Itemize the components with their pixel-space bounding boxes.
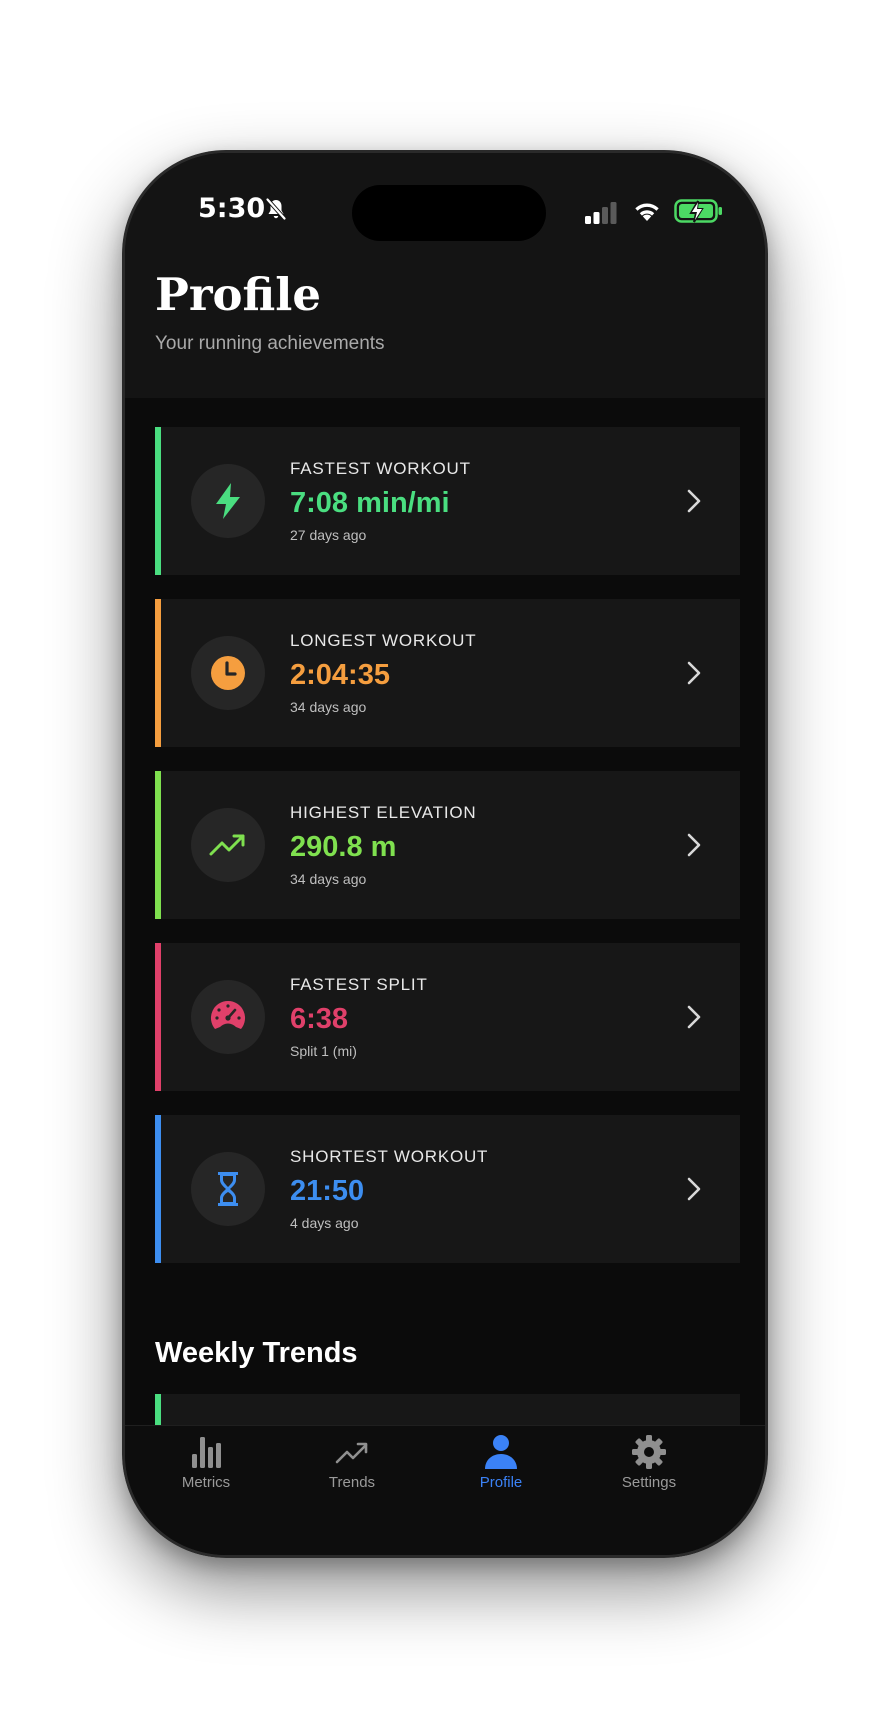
achievement-label: FASTEST SPLIT xyxy=(290,975,428,994)
achievement-card-fastest-split[interactable]: FASTEST SPLIT 6:38 Split 1 (mi) xyxy=(155,943,740,1091)
hourglass-icon xyxy=(218,1172,238,1206)
achievement-value: 290.8 m xyxy=(290,831,397,863)
chevron-right-icon xyxy=(687,1005,701,1029)
gear-icon xyxy=(632,1435,666,1469)
achievement-date: 34 days ago xyxy=(290,871,367,887)
phone-frame: 5:30 Profile Your running achievements F… xyxy=(122,150,768,1558)
wifi-icon xyxy=(635,203,659,221)
achievement-card-longest-workout[interactable]: LONGEST WORKOUT 2:04:35 34 days ago xyxy=(155,599,740,747)
battery-charging-icon xyxy=(674,199,722,223)
trending-up-icon xyxy=(335,1442,368,1464)
achievement-label: LONGEST WORKOUT xyxy=(290,631,477,650)
card-icon-circle xyxy=(191,808,265,882)
card-icon-circle xyxy=(191,980,265,1054)
achievement-label: FASTEST WORKOUT xyxy=(290,459,471,478)
achievement-date: 4 days ago xyxy=(290,1215,359,1231)
speedometer-icon xyxy=(210,1000,246,1029)
tab-trends[interactable]: Trends xyxy=(292,1434,412,1504)
achievement-value: 7:08 min/mi xyxy=(290,487,450,519)
bar-chart-icon xyxy=(192,1437,221,1468)
card-accent xyxy=(155,599,161,747)
achievement-label: SHORTEST WORKOUT xyxy=(290,1147,489,1166)
achievement-label: HIGHEST ELEVATION xyxy=(290,803,477,822)
header: Profile Your running achievements xyxy=(125,248,765,398)
trending-up-icon xyxy=(209,834,245,856)
person-icon xyxy=(485,1435,517,1469)
tab-label: Profile xyxy=(479,1474,523,1491)
page-title: Profile xyxy=(155,268,322,321)
dynamic-island xyxy=(352,185,546,241)
tab-profile[interactable]: Profile xyxy=(441,1434,561,1504)
achievement-value: 6:38 xyxy=(290,1003,349,1035)
achievement-card-fastest-workout[interactable]: FASTEST WORKOUT 7:08 min/mi 27 days ago xyxy=(155,427,740,575)
status-time: 5:30 xyxy=(198,193,266,224)
chevron-right-icon xyxy=(687,661,701,685)
card-accent xyxy=(155,943,161,1091)
status-bar: 5:30 xyxy=(125,153,765,248)
card-icon-circle xyxy=(191,464,265,538)
chevron-right-icon xyxy=(687,833,701,857)
tab-bar: Metrics Trends Profile Settings xyxy=(125,1425,765,1555)
card-accent xyxy=(155,1115,161,1263)
achievement-card-highest-elevation[interactable]: HIGHEST ELEVATION 290.8 m 34 days ago xyxy=(155,771,740,919)
card-icon-circle xyxy=(191,636,265,710)
achievement-date: Split 1 (mi) xyxy=(290,1043,357,1059)
chevron-right-icon xyxy=(687,489,701,513)
achievement-date: 27 days ago xyxy=(290,527,367,543)
tab-settings[interactable]: Settings xyxy=(589,1434,709,1504)
bolt-icon xyxy=(216,483,240,519)
bell-slash-icon xyxy=(266,198,286,220)
tab-metrics[interactable]: Metrics xyxy=(146,1434,266,1504)
achievement-value: 2:04:35 xyxy=(290,659,390,691)
clock-icon xyxy=(211,656,245,690)
signal-icon xyxy=(585,202,617,224)
tab-label: Settings xyxy=(621,1474,677,1491)
chevron-right-icon xyxy=(687,1177,701,1201)
achievement-date: 34 days ago xyxy=(290,699,367,715)
weekly-trends-title: Weekly Trends xyxy=(155,1337,358,1369)
achievement-card-shortest-workout[interactable]: SHORTEST WORKOUT 21:50 4 days ago xyxy=(155,1115,740,1263)
phone-screen: 5:30 Profile Your running achievements F… xyxy=(125,153,765,1555)
card-accent xyxy=(155,427,161,575)
card-icon-circle xyxy=(191,1152,265,1226)
page-subtitle: Your running achievements xyxy=(155,333,385,354)
tab-label: Trends xyxy=(328,1474,376,1491)
tab-label: Metrics xyxy=(181,1474,231,1491)
card-accent xyxy=(155,771,161,919)
achievement-value: 21:50 xyxy=(290,1175,365,1207)
